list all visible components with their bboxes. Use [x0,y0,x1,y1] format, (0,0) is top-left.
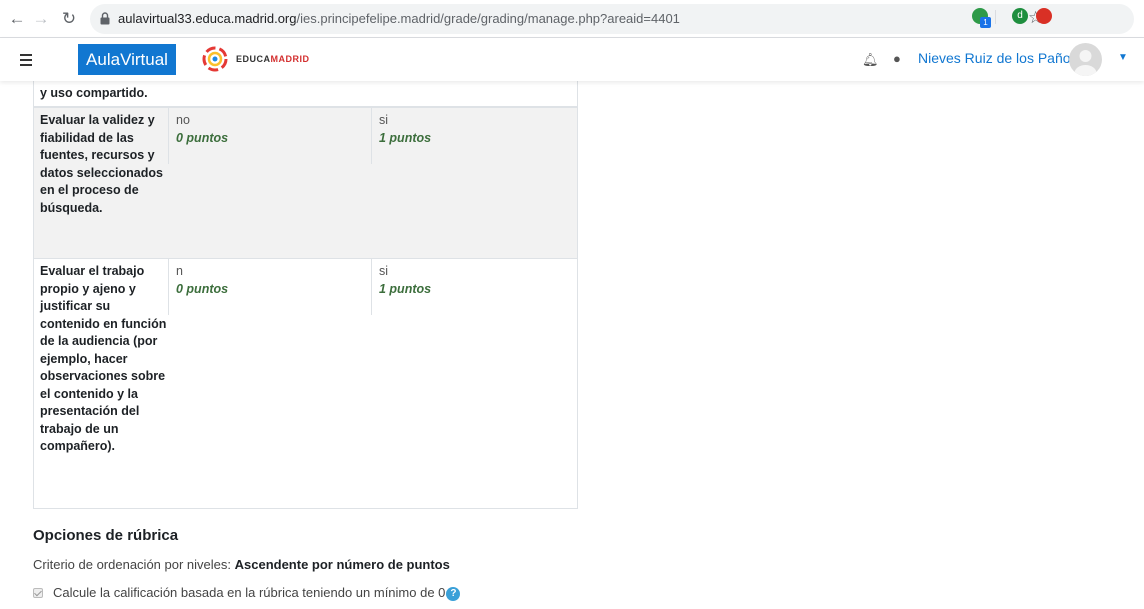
rubric-level-cell: n 0 puntos [168,259,371,315]
menu-toggle-icon[interactable] [16,49,36,69]
min-grade-checkbox [33,587,43,598]
avatar-silhouette-icon [1074,50,1097,76]
url-host: aulavirtual33.educa.madrid.org [118,11,297,26]
min-grade-setting: Calcule la calificación basada en la rúb… [33,585,461,601]
level-points: 0 puntos [176,281,229,296]
criterion-description: Evaluar el trabajo propio y ajeno y just… [40,264,167,453]
level-points: 0 puntos [176,130,229,145]
user-menu-caret-icon[interactable]: ▼ [1118,52,1128,63]
rubric-table: y uso compartido. Evaluar la validez y f… [33,81,578,509]
browser-toolbar: ← → ↻ aulavirtual33.educa.madrid.org/ies… [0,0,1144,38]
educamadrid-logo-icon [202,46,228,72]
rubric-options-heading: Opciones de rúbrica [33,527,179,544]
sort-order-setting: Criterio de ordenación por niveles: Asce… [33,557,450,572]
educamadrid-logo-text: EDUCAMADRID [236,54,310,64]
rubric-criterion-row: Evaluar la validez y fiabilidad de las f… [33,107,578,259]
notifications-bell-icon[interactable]: 🔔︎ [862,52,879,68]
level-points: 1 puntos [379,281,432,296]
user-menu-name[interactable]: Nieves Ruiz de los Paños [918,50,1078,66]
forward-icon[interactable]: → [30,8,52,30]
sort-order-value: Ascendente por número de puntos [234,557,450,572]
min-grade-label: Calcule la calificación basada en la rúb… [53,585,446,600]
profile-d-icon[interactable]: d [1012,8,1028,24]
help-icon[interactable]: ? [446,586,461,601]
sort-order-label: Criterio de ordenación por niveles: [33,557,235,572]
rubric-row-partial: y uso compartido. [33,81,578,107]
rubric-level-cell: si 1 puntos [371,259,578,315]
rubric-level-cell: si 1 puntos [371,108,578,164]
criterion-description: y uso compartido. [40,86,148,100]
level-definition: si [379,264,389,278]
logo-text-madrid: MADRID [270,54,310,64]
site-navbar: AulaVirtual EDUCAMADRID 🔔︎ ● Nieves Ruiz… [0,38,1144,81]
user-avatar[interactable] [1069,43,1102,76]
level-definition: no [176,113,190,127]
url-text: aulavirtual33.educa.madrid.org/ies.princ… [118,11,680,26]
level-points: 1 puntos [379,130,432,145]
level-definition: si [379,113,389,127]
criterion-description: Evaluar la validez y fiabilidad de las f… [40,113,163,215]
rubric-criterion-row: Evaluar el trabajo propio y ajeno y just… [33,259,578,509]
back-icon[interactable]: ← [6,8,28,30]
site-brand-button[interactable]: AulaVirtual [78,44,176,75]
extension-badge: 1 [980,17,991,28]
messages-chat-icon[interactable]: ● [893,51,901,66]
logo-text-educa: EDUCA [236,54,271,64]
url-path: /ies.principefelipe.madrid/grade/grading… [296,11,680,26]
reload-icon[interactable]: ↻ [58,8,80,30]
level-definition: n [176,264,183,278]
lock-icon [100,12,110,25]
extension-red-icon[interactable] [1036,8,1052,24]
rubric-level-cell: no 0 puntos [168,108,371,164]
toolbar-separator [995,10,996,24]
